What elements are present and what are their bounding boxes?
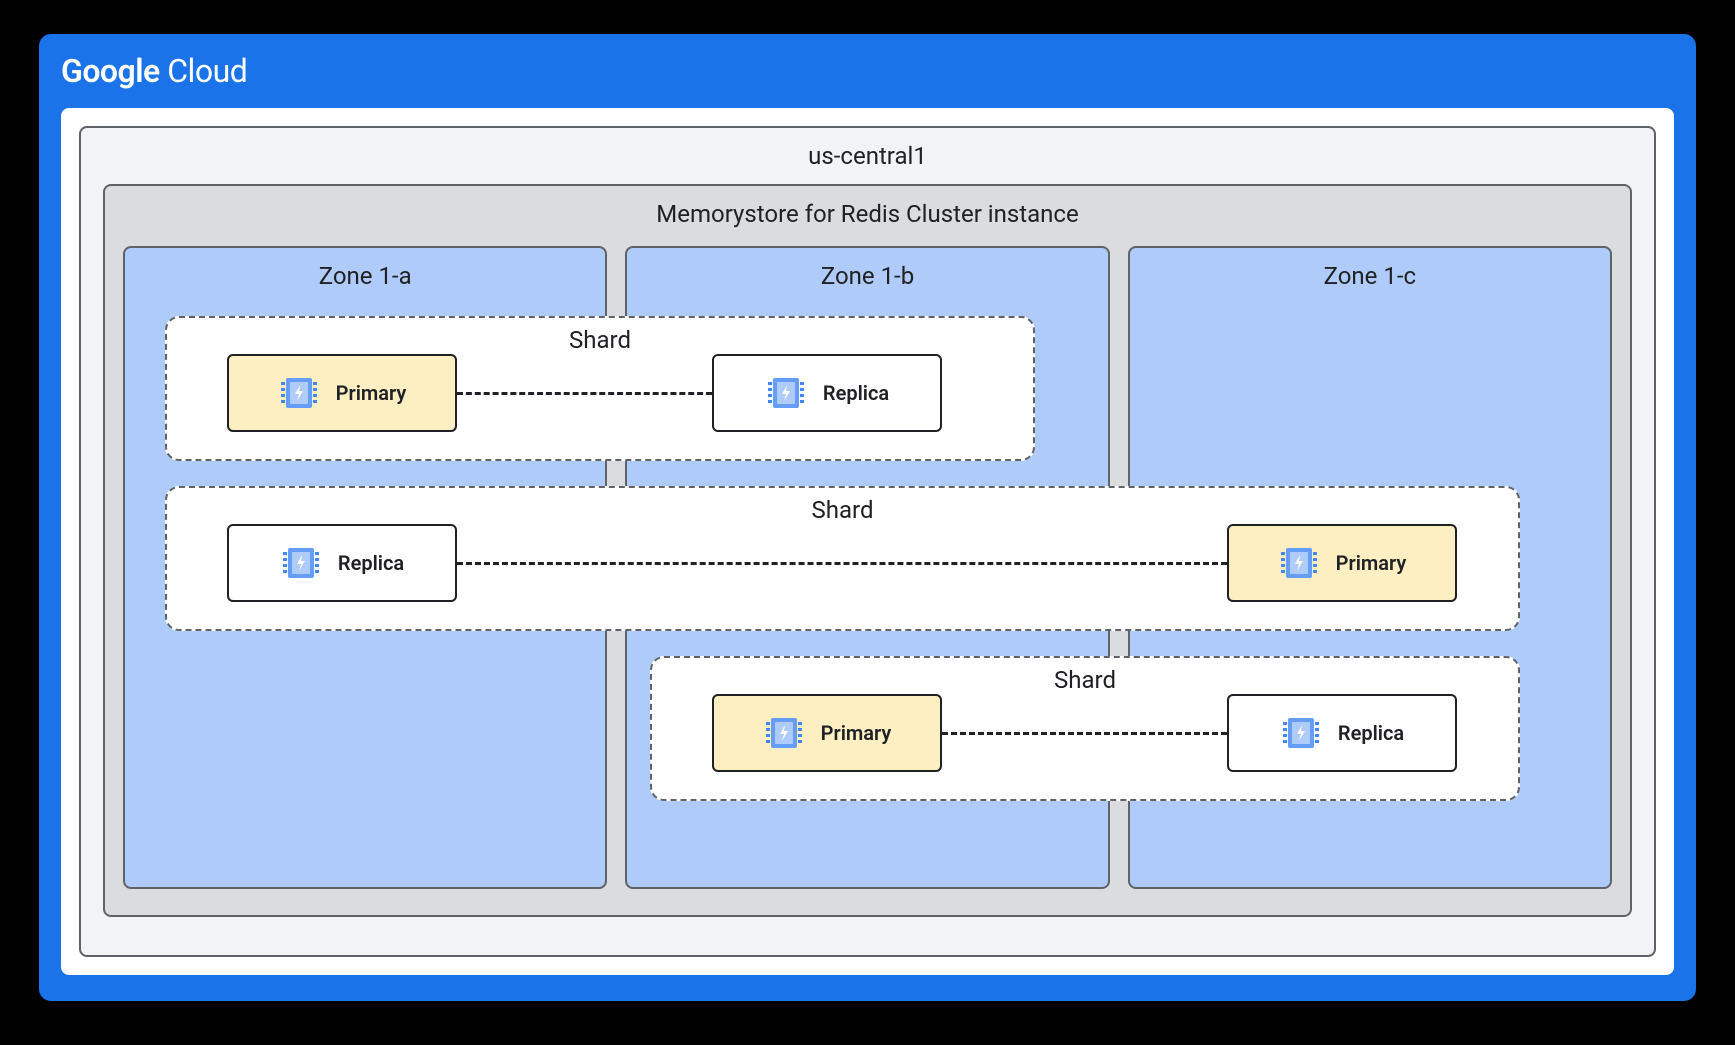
shard-2-primary-label: Primary [1336,551,1407,575]
project-container: us-central1 Memorystore for Redis Cluste… [61,108,1674,975]
shard-3: Shard Primary Replica [650,656,1520,801]
shard-3-primary-label: Primary [821,721,892,745]
memorystore-icon [278,372,320,414]
shard-2: Shard Replica Primary [165,486,1520,631]
shard-1-primary: Primary [227,354,457,432]
shard-2-label: Shard [812,496,874,524]
shard-1: Shard Primary Replica [165,316,1035,461]
region-container: us-central1 Memorystore for Redis Cluste… [79,126,1656,957]
memorystore-icon [1280,712,1322,754]
shard-1-replica: Replica [712,354,942,432]
instance-label: Memorystore for Redis Cluster instance [123,200,1612,228]
shard-1-primary-label: Primary [336,381,407,405]
shard-2-replica-label: Replica [338,551,404,575]
shard-3-primary: Primary [712,694,942,772]
memorystore-icon [763,712,805,754]
memorystore-icon [765,372,807,414]
logo-light: Cloud [160,52,247,90]
shard-3-connection [942,732,1227,735]
shard-3-replica: Replica [1227,694,1457,772]
zone-a-label: Zone 1-a [125,262,605,290]
region-label: us-central1 [103,142,1632,170]
instance-container: Memorystore for Redis Cluster instance Z… [103,184,1632,917]
shard-1-label: Shard [569,326,631,354]
google-cloud-logo: Google Cloud [61,52,1674,90]
memorystore-icon [1278,542,1320,584]
shard-1-replica-label: Replica [823,381,889,405]
memorystore-icon [280,542,322,584]
shard-2-primary: Primary [1227,524,1457,602]
shard-3-replica-label: Replica [1338,721,1404,745]
shard-2-connection [457,562,1227,565]
shard-1-connection [457,392,712,395]
google-cloud-frame: Google Cloud us-central1 Memorystore for… [35,30,1700,1005]
shard-3-label: Shard [1054,666,1116,694]
logo-bold: Google [61,52,160,90]
zone-c-label: Zone 1-c [1130,262,1610,290]
shard-2-replica: Replica [227,524,457,602]
zone-b-label: Zone 1-b [627,262,1107,290]
